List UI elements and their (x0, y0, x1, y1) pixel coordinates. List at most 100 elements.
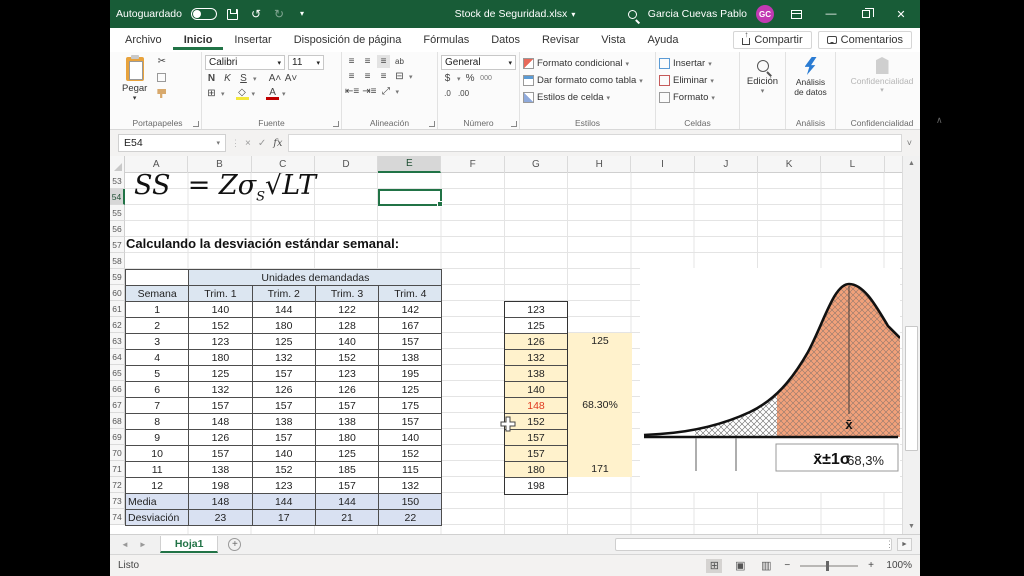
row-header-55[interactable]: 55 (110, 205, 125, 221)
row-header-67[interactable]: 67 (110, 397, 125, 413)
column-header-L[interactable]: L (821, 156, 884, 173)
column-header-C[interactable]: C (252, 156, 315, 173)
align-left-icon[interactable]: ≡ (345, 70, 358, 83)
data-cell[interactable]: 140 (189, 302, 252, 318)
data-cell[interactable]: 140 (315, 334, 378, 350)
row-header-59[interactable]: 59 (110, 269, 125, 285)
row-header-71[interactable]: 71 (110, 461, 125, 477)
data-cell[interactable]: 157 (252, 366, 315, 382)
alignment-dialog-launcher-icon[interactable] (429, 121, 435, 127)
row-header-72[interactable]: 72 (110, 477, 125, 493)
decrease-decimal-icon[interactable]: .00 (457, 87, 470, 100)
summary-cell[interactable]: 148 (189, 494, 252, 510)
data-cell[interactable]: 152 (379, 446, 442, 462)
close-icon[interactable]: ✕ (888, 3, 914, 25)
data-cell[interactable]: 157 (189, 398, 252, 414)
add-sheet-icon[interactable]: + (228, 538, 241, 551)
percent-format-icon[interactable]: % (464, 72, 477, 85)
number-dialog-launcher-icon[interactable] (511, 121, 517, 127)
header-cell[interactable]: Trim. 1 (189, 286, 252, 302)
data-cell[interactable]: 9 (126, 430, 189, 446)
scroll-right-icon[interactable]: ► (897, 538, 912, 551)
delete-cells-button[interactable]: Eliminar▾ (659, 72, 736, 89)
expand-formula-bar-icon[interactable]: ˅ (907, 138, 912, 148)
zoom-in-icon[interactable]: + (868, 560, 874, 571)
data-cell[interactable]: 180 (189, 350, 252, 366)
editing-button[interactable]: Edición ▾ (743, 55, 782, 97)
cell-empty[interactable] (126, 270, 189, 286)
align-top-icon[interactable]: ≡ (345, 55, 358, 68)
row-header-53[interactable]: 53 (110, 173, 125, 189)
row-header-62[interactable]: 62 (110, 317, 125, 333)
select-all-icon[interactable] (110, 156, 125, 173)
tab-insertar[interactable]: Insertar (223, 31, 282, 50)
data-cell[interactable]: 126 (252, 382, 315, 398)
data-cell[interactable]: 4 (126, 350, 189, 366)
merged-header-cell[interactable]: Unidades demandadas (189, 270, 442, 286)
minimize-icon[interactable]: — (818, 3, 844, 25)
row-header-61[interactable]: 61 (110, 301, 125, 317)
merge-center-icon[interactable]: ⊟ (393, 70, 406, 83)
fill-color-icon[interactable]: ◇ (236, 87, 249, 100)
column-header-G[interactable]: G (505, 156, 568, 173)
data-cell[interactable]: 152 (315, 350, 378, 366)
font-name-select[interactable]: Calibri▾ (205, 55, 285, 70)
data-cell[interactable]: 140 (379, 430, 442, 446)
sheet-tab-hoja1[interactable]: Hoja1 (160, 536, 219, 553)
data-cell[interactable]: 157 (315, 478, 378, 494)
copy-icon[interactable] (155, 71, 168, 84)
g-cell[interactable]: 198 (505, 478, 567, 494)
tab-inicio[interactable]: Inicio (173, 31, 224, 50)
data-cell[interactable]: 2 (126, 318, 189, 334)
data-cell[interactable]: 167 (379, 318, 442, 334)
active-cell-selection[interactable] (378, 189, 442, 206)
search-icon[interactable] (628, 10, 637, 19)
row-header-60[interactable]: 60 (110, 285, 125, 301)
g-cell[interactable]: 125 (505, 318, 567, 334)
data-cell[interactable]: 123 (252, 478, 315, 494)
data-cell[interactable]: 126 (189, 430, 252, 446)
zoom-slider[interactable] (800, 565, 858, 567)
data-cell[interactable]: 198 (189, 478, 252, 494)
summary-cell[interactable]: 22 (379, 510, 442, 526)
data-cell[interactable]: 125 (315, 446, 378, 462)
column-header-J[interactable]: J (695, 156, 758, 173)
name-box[interactable]: E54▾ (118, 134, 226, 152)
vertical-scrollbar[interactable]: ▲ ▼ (902, 156, 920, 534)
align-center-icon[interactable]: ≡ (361, 70, 374, 83)
summary-cell[interactable]: 23 (189, 510, 252, 526)
data-cell[interactable]: 185 (315, 462, 378, 478)
data-cell[interactable]: 140 (252, 446, 315, 462)
data-cell[interactable]: 132 (189, 382, 252, 398)
data-cell[interactable]: 123 (315, 366, 378, 382)
zoom-level[interactable]: 100% (884, 560, 912, 571)
summary-label-cell[interactable]: Media (126, 494, 189, 510)
g-cell[interactable]: 157 (505, 446, 567, 462)
decrease-indent-icon[interactable]: ⇤≡ (345, 85, 359, 98)
orientation-icon[interactable]: ⤢ (379, 85, 392, 98)
data-cell[interactable]: 125 (189, 366, 252, 382)
data-cell[interactable]: 138 (189, 462, 252, 478)
header-cell[interactable]: Semana (126, 286, 189, 302)
avatar[interactable]: GC (756, 5, 774, 23)
borders-icon[interactable]: ⊞ (205, 87, 218, 100)
g-cell[interactable]: 126 (505, 334, 567, 350)
data-cell[interactable]: 128 (315, 318, 378, 334)
data-cell[interactable]: 10 (126, 446, 189, 462)
clipboard-dialog-launcher-icon[interactable] (193, 121, 199, 127)
data-cell[interactable]: 144 (252, 302, 315, 318)
data-cell[interactable]: 126 (315, 382, 378, 398)
header-cell[interactable]: Trim. 3 (315, 286, 378, 302)
sheet-prev-icon[interactable]: ◄ (116, 540, 134, 549)
row-header-66[interactable]: 66 (110, 381, 125, 397)
scroll-up-icon[interactable]: ▲ (903, 156, 920, 171)
tab-datos[interactable]: Datos (480, 31, 531, 50)
summary-cell[interactable]: 144 (252, 494, 315, 510)
data-cell[interactable]: 7 (126, 398, 189, 414)
data-cell[interactable]: 157 (379, 334, 442, 350)
summary-label-cell[interactable]: Desviación (126, 510, 189, 526)
data-cell[interactable]: 138 (252, 414, 315, 430)
comments-button[interactable]: Comentarios (818, 31, 912, 49)
data-cell[interactable]: 5 (126, 366, 189, 382)
data-cell[interactable]: 132 (252, 350, 315, 366)
